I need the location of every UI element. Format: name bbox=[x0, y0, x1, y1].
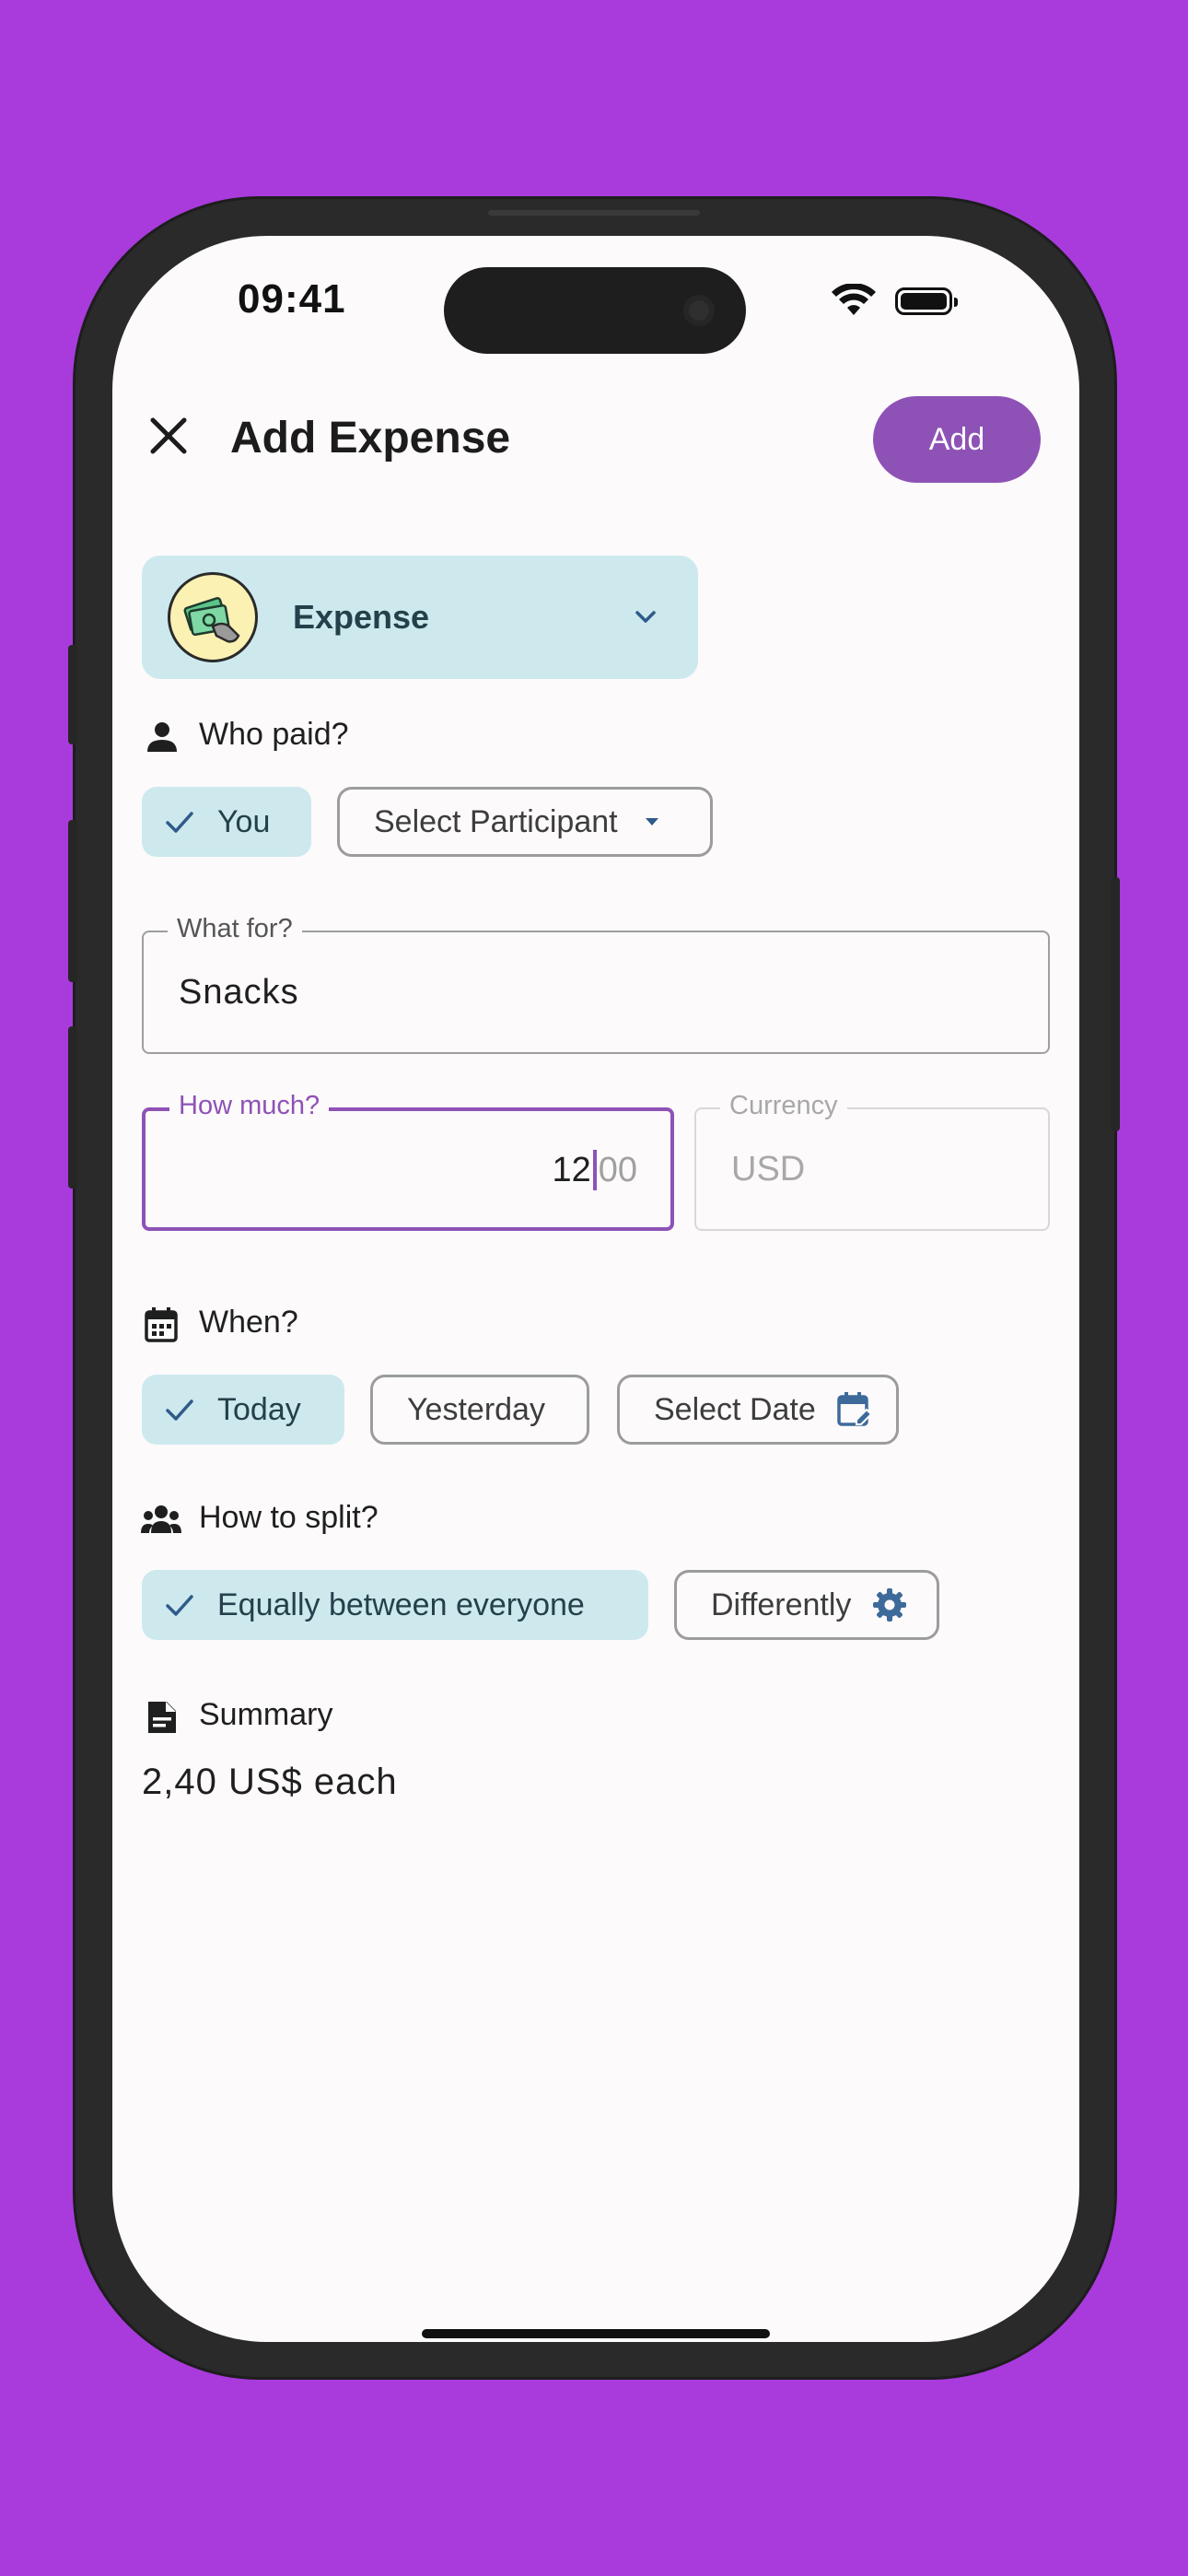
battery-icon bbox=[895, 287, 958, 315]
check-icon bbox=[166, 812, 193, 833]
gear-icon bbox=[873, 1588, 907, 1622]
amount-value: 12 bbox=[552, 1150, 591, 1189]
caret-down-icon bbox=[645, 818, 658, 825]
split-differently-label: Differently bbox=[711, 1587, 852, 1622]
payer-chip-you[interactable]: You bbox=[142, 787, 311, 857]
text-cursor bbox=[592, 1150, 597, 1190]
check-icon bbox=[166, 1595, 193, 1616]
payer-chip-label: You bbox=[217, 803, 271, 839]
phone-volume-up bbox=[68, 820, 77, 982]
home-indicator[interactable] bbox=[422, 2329, 770, 2338]
currency-field: Currency USD bbox=[694, 1091, 1050, 1231]
money-hand-icon bbox=[168, 572, 258, 662]
date-chip-yesterday[interactable]: Yesterday bbox=[370, 1375, 589, 1445]
currency-value: USD bbox=[731, 1150, 806, 1188]
phone-volume-down bbox=[68, 1026, 77, 1188]
who-paid-label: Who paid? bbox=[199, 717, 349, 752]
document-icon bbox=[148, 1702, 176, 1733]
chevron-down-icon bbox=[635, 611, 656, 623]
what-for-legend: What for? bbox=[168, 914, 302, 944]
camera-icon bbox=[683, 295, 715, 326]
split-equally-label: Equally between everyone bbox=[217, 1587, 585, 1622]
select-participant-dropdown[interactable]: Select Participant bbox=[337, 787, 713, 857]
when-label: When? bbox=[199, 1305, 298, 1340]
amount-decimals-placeholder: 00 bbox=[598, 1150, 637, 1189]
date-chip-today[interactable]: Today bbox=[142, 1375, 344, 1445]
app-screen: 09:41 Add Expense Add Expense Who paid? bbox=[112, 236, 1079, 2342]
status-time: 09:41 bbox=[238, 276, 346, 322]
amount-legend: How much? bbox=[169, 1091, 330, 1121]
what-for-field[interactable]: What for? Snacks bbox=[142, 914, 1050, 1054]
page-title: Add Expense bbox=[230, 414, 511, 463]
currency-legend: Currency bbox=[720, 1091, 847, 1121]
date-chip-today-label: Today bbox=[217, 1391, 301, 1427]
select-date-chip[interactable]: Select Date bbox=[617, 1375, 899, 1445]
select-participant-label: Select Participant bbox=[374, 803, 618, 839]
amount-field[interactable]: How much? 12 00 bbox=[142, 1091, 674, 1231]
summary-value: 2,40 US$ each bbox=[142, 1762, 398, 1802]
group-icon bbox=[141, 1505, 181, 1533]
calendar-edit-icon bbox=[837, 1392, 873, 1426]
split-label: How to split? bbox=[199, 1500, 379, 1535]
wifi-icon bbox=[832, 284, 876, 315]
add-button[interactable]: Add bbox=[873, 396, 1041, 483]
split-chip-equally[interactable]: Equally between everyone bbox=[142, 1570, 648, 1640]
expense-type-label: Expense bbox=[293, 598, 430, 636]
phone-silent-switch bbox=[68, 645, 77, 744]
person-icon bbox=[147, 722, 177, 752]
date-chip-yesterday-label: Yesterday bbox=[407, 1391, 545, 1427]
summary-label: Summary bbox=[199, 1697, 333, 1732]
dynamic-island bbox=[444, 267, 746, 354]
phone-speaker-grille bbox=[488, 210, 700, 216]
check-icon bbox=[166, 1399, 193, 1421]
what-for-value: Snacks bbox=[179, 973, 299, 1012]
expense-type-dropdown[interactable]: Expense bbox=[142, 556, 698, 679]
calendar-icon bbox=[145, 1307, 178, 1342]
split-chip-differently[interactable]: Differently bbox=[674, 1570, 939, 1640]
select-date-label: Select Date bbox=[654, 1391, 816, 1427]
close-icon[interactable] bbox=[146, 413, 192, 459]
phone-power-button bbox=[1111, 877, 1120, 1131]
